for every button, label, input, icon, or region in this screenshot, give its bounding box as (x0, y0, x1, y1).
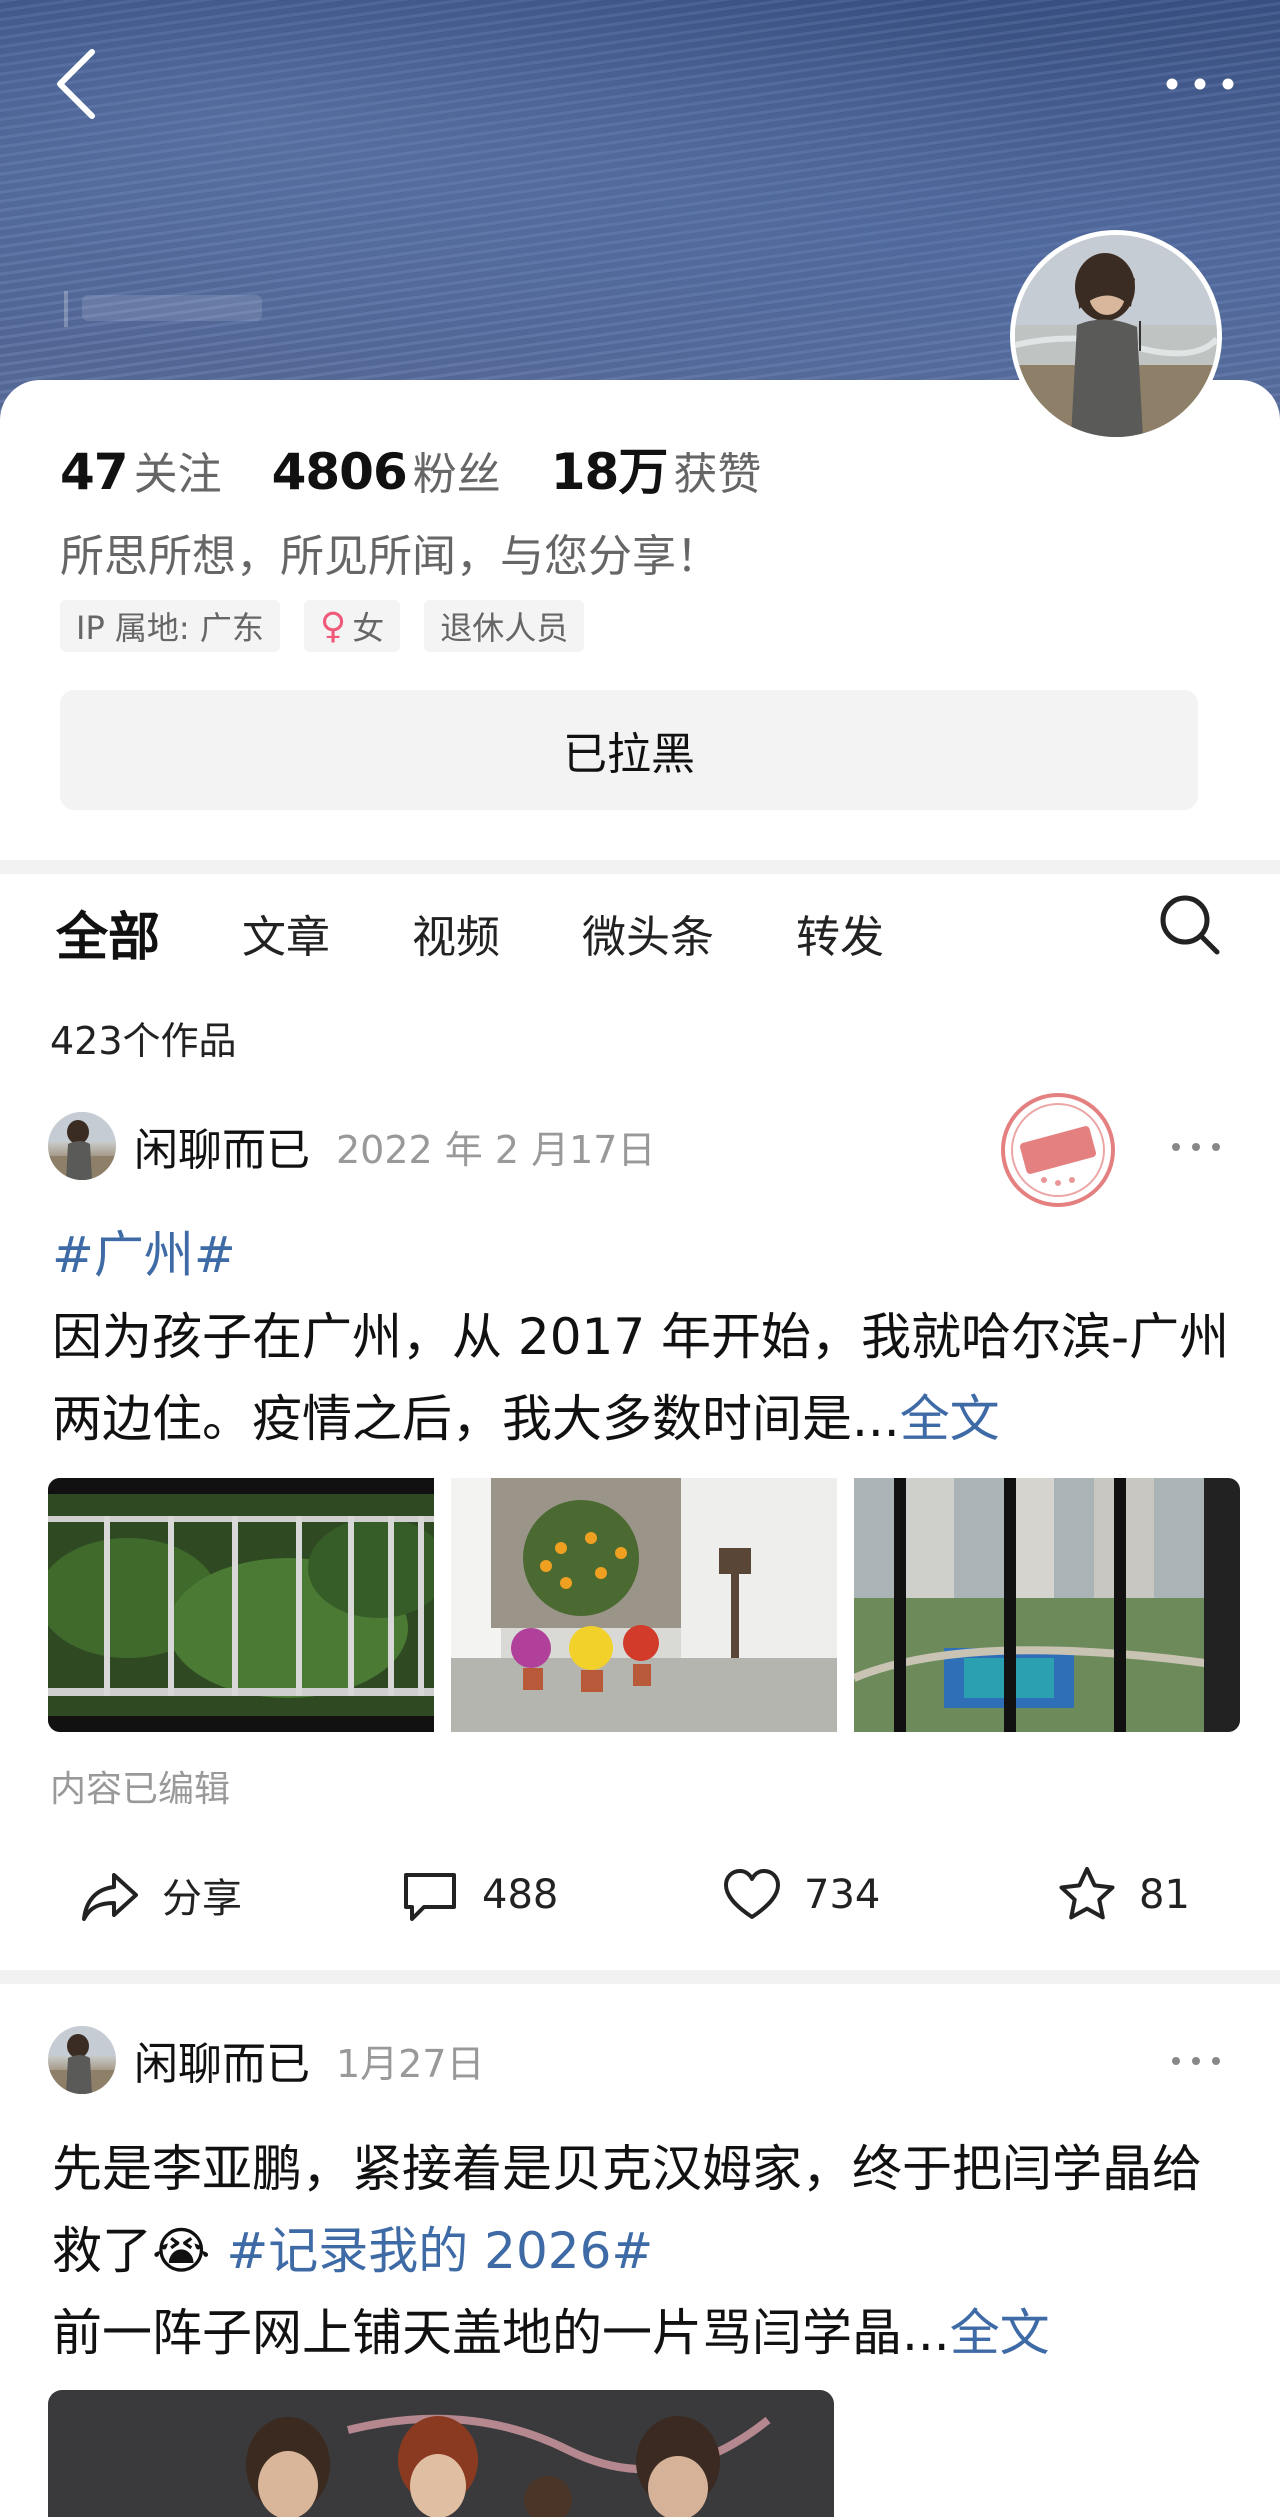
post-body[interactable]: 先是李亚鹏，紧接着是贝克汉姆家，终于把闫学晶给救了😭 #记录我的 2026# 前… (52, 2128, 1232, 2374)
avatar-image (1015, 235, 1217, 437)
heart-icon (724, 1869, 780, 1919)
author-name[interactable]: 闲聊而已 (134, 1114, 310, 1178)
author-avatar[interactable] (48, 1112, 116, 1180)
profile-card: 47 关注 4806 粉丝 18万 获赞 所思所想，所见所闻，与您分享！ IP … (0, 380, 1280, 860)
more-dots-icon (1172, 1143, 1220, 1151)
post-image-residential-view[interactable] (854, 1478, 1240, 1732)
banner-watermark (64, 291, 262, 327)
post-hashtag-line: #广州# (52, 1214, 1232, 1296)
occupation-text: 退休人员 (440, 609, 569, 647)
share-label: 分享 (162, 1876, 242, 1922)
image-balcony-greenery (48, 1478, 434, 1732)
like-count: 734 (804, 1872, 881, 1918)
comment-icon (404, 1873, 456, 1921)
post-actions: 分享 488 734 81 (0, 1855, 1280, 1935)
image-event-photo (48, 2390, 834, 2517)
search-button[interactable] (1155, 890, 1225, 960)
post-hashtag[interactable]: #记录我的 2026# (226, 2222, 653, 2280)
tab-all[interactable]: 全部 (56, 895, 160, 970)
avatar-image (48, 1112, 116, 1180)
post-hashtag[interactable]: #广州# (52, 1226, 236, 1284)
profile-stats: 47 关注 4806 粉丝 18万 获赞 (60, 432, 811, 504)
author-name[interactable]: 闲聊而已 (134, 2028, 310, 2092)
likes-received-count: 18万 (550, 443, 669, 501)
comment-count: 488 (482, 1872, 559, 1918)
post-date: 1月27日 (336, 2041, 485, 2086)
profile-tags: IP 属地: 广东 ♀ 女 退休人员 (60, 600, 608, 652)
favorite-count: 81 (1139, 1872, 1190, 1918)
post-header: 闲聊而已 2022 年 2 月17日 (48, 1112, 655, 1180)
following-label: 关注 (133, 449, 222, 500)
likes-stat[interactable]: 18万 获赞 (551, 432, 762, 504)
profile-bio: 所思所想，所见所闻，与您分享！ (60, 531, 720, 582)
more-dots-icon (1172, 2057, 1220, 2065)
pinned-stamp-icon (1001, 1093, 1115, 1207)
like-button[interactable]: 734 (720, 1855, 880, 1935)
tab-articles[interactable]: 文章 (242, 901, 330, 965)
section-divider (0, 860, 1280, 874)
followers-label: 粉丝 (412, 449, 501, 500)
image-residential-view (854, 1478, 1240, 1732)
more-dots-icon (1166, 78, 1234, 90)
share-icon (82, 1873, 138, 1921)
avatar-image (48, 2026, 116, 2094)
following-count: 47 (60, 443, 129, 501)
edited-note: 内容已编辑 (50, 1769, 231, 1810)
tab-reposts[interactable]: 转发 (796, 901, 884, 965)
post-body-text-2: 前一阵子网上铺天盖地的一片骂闫学晶... (52, 2304, 950, 2362)
favorite-button[interactable]: 81 (1055, 1855, 1190, 1935)
post-date: 2022 年 2 月17日 (336, 1127, 656, 1172)
tab-micro-posts[interactable]: 微头条 (582, 901, 714, 965)
back-button[interactable] (48, 44, 104, 124)
likes-received-label: 获赞 (673, 449, 762, 500)
followers-count: 4806 (271, 443, 408, 501)
gender-tag: ♀ 女 (303, 600, 401, 652)
ip-location-text: IP 属地: 广东 (76, 609, 264, 647)
post-image-event-photo[interactable] (48, 2390, 834, 2517)
ip-location-tag: IP 属地: 广东 (60, 600, 280, 652)
full-text-link[interactable]: 全文 (950, 2304, 1050, 2362)
post-more-button[interactable] (1168, 1137, 1224, 1157)
image-flowers-doorway (451, 1478, 837, 1732)
followers-stat[interactable]: 4806 粉丝 (272, 438, 501, 502)
post-body-text: 因为孩子在广州，从 2017 年开始，我就哈尔滨-广州两边住。疫情之后，我大多数… (52, 1308, 1230, 1448)
star-icon (1059, 1867, 1115, 1920)
post-divider (0, 1970, 1280, 1984)
author-avatar[interactable] (48, 2026, 116, 2094)
post-image-balcony-greenery[interactable] (48, 1478, 434, 1732)
comment-button[interactable]: 488 (398, 1855, 558, 1935)
post-image-grid (48, 1478, 1240, 1732)
crying-laugh-emoji: 😭 (152, 2222, 211, 2280)
back-arrow-icon (57, 49, 95, 119)
profile-avatar[interactable] (1010, 230, 1222, 442)
blocked-label: 已拉黑 (563, 729, 695, 780)
following-stat[interactable]: 47 关注 (60, 438, 222, 502)
search-icon (1160, 895, 1220, 955)
content-tabs: 全部 文章 视频 微头条 转发 (56, 895, 966, 970)
more-options-button[interactable] (1160, 60, 1240, 100)
blocked-button[interactable]: 已拉黑 (60, 690, 1198, 810)
occupation-tag: 退休人员 (424, 600, 585, 652)
share-button[interactable]: 分享 (78, 1855, 242, 1935)
gender-text: 女 (352, 609, 385, 647)
works-count: 423个作品 (50, 1019, 237, 1063)
post-body[interactable]: 因为孩子在广州，从 2017 年开始，我就哈尔滨-广州两边住。疫情之后，我大多数… (52, 1296, 1232, 1460)
full-text-link[interactable]: 全文 (900, 1390, 1000, 1448)
post-header: 闲聊而已 1月27日 (48, 2026, 485, 2094)
post-more-button[interactable] (1168, 2051, 1224, 2071)
post-image-flowers-doorway[interactable] (451, 1478, 837, 1732)
female-icon: ♀ (319, 605, 347, 647)
tab-videos[interactable]: 视频 (412, 901, 500, 965)
